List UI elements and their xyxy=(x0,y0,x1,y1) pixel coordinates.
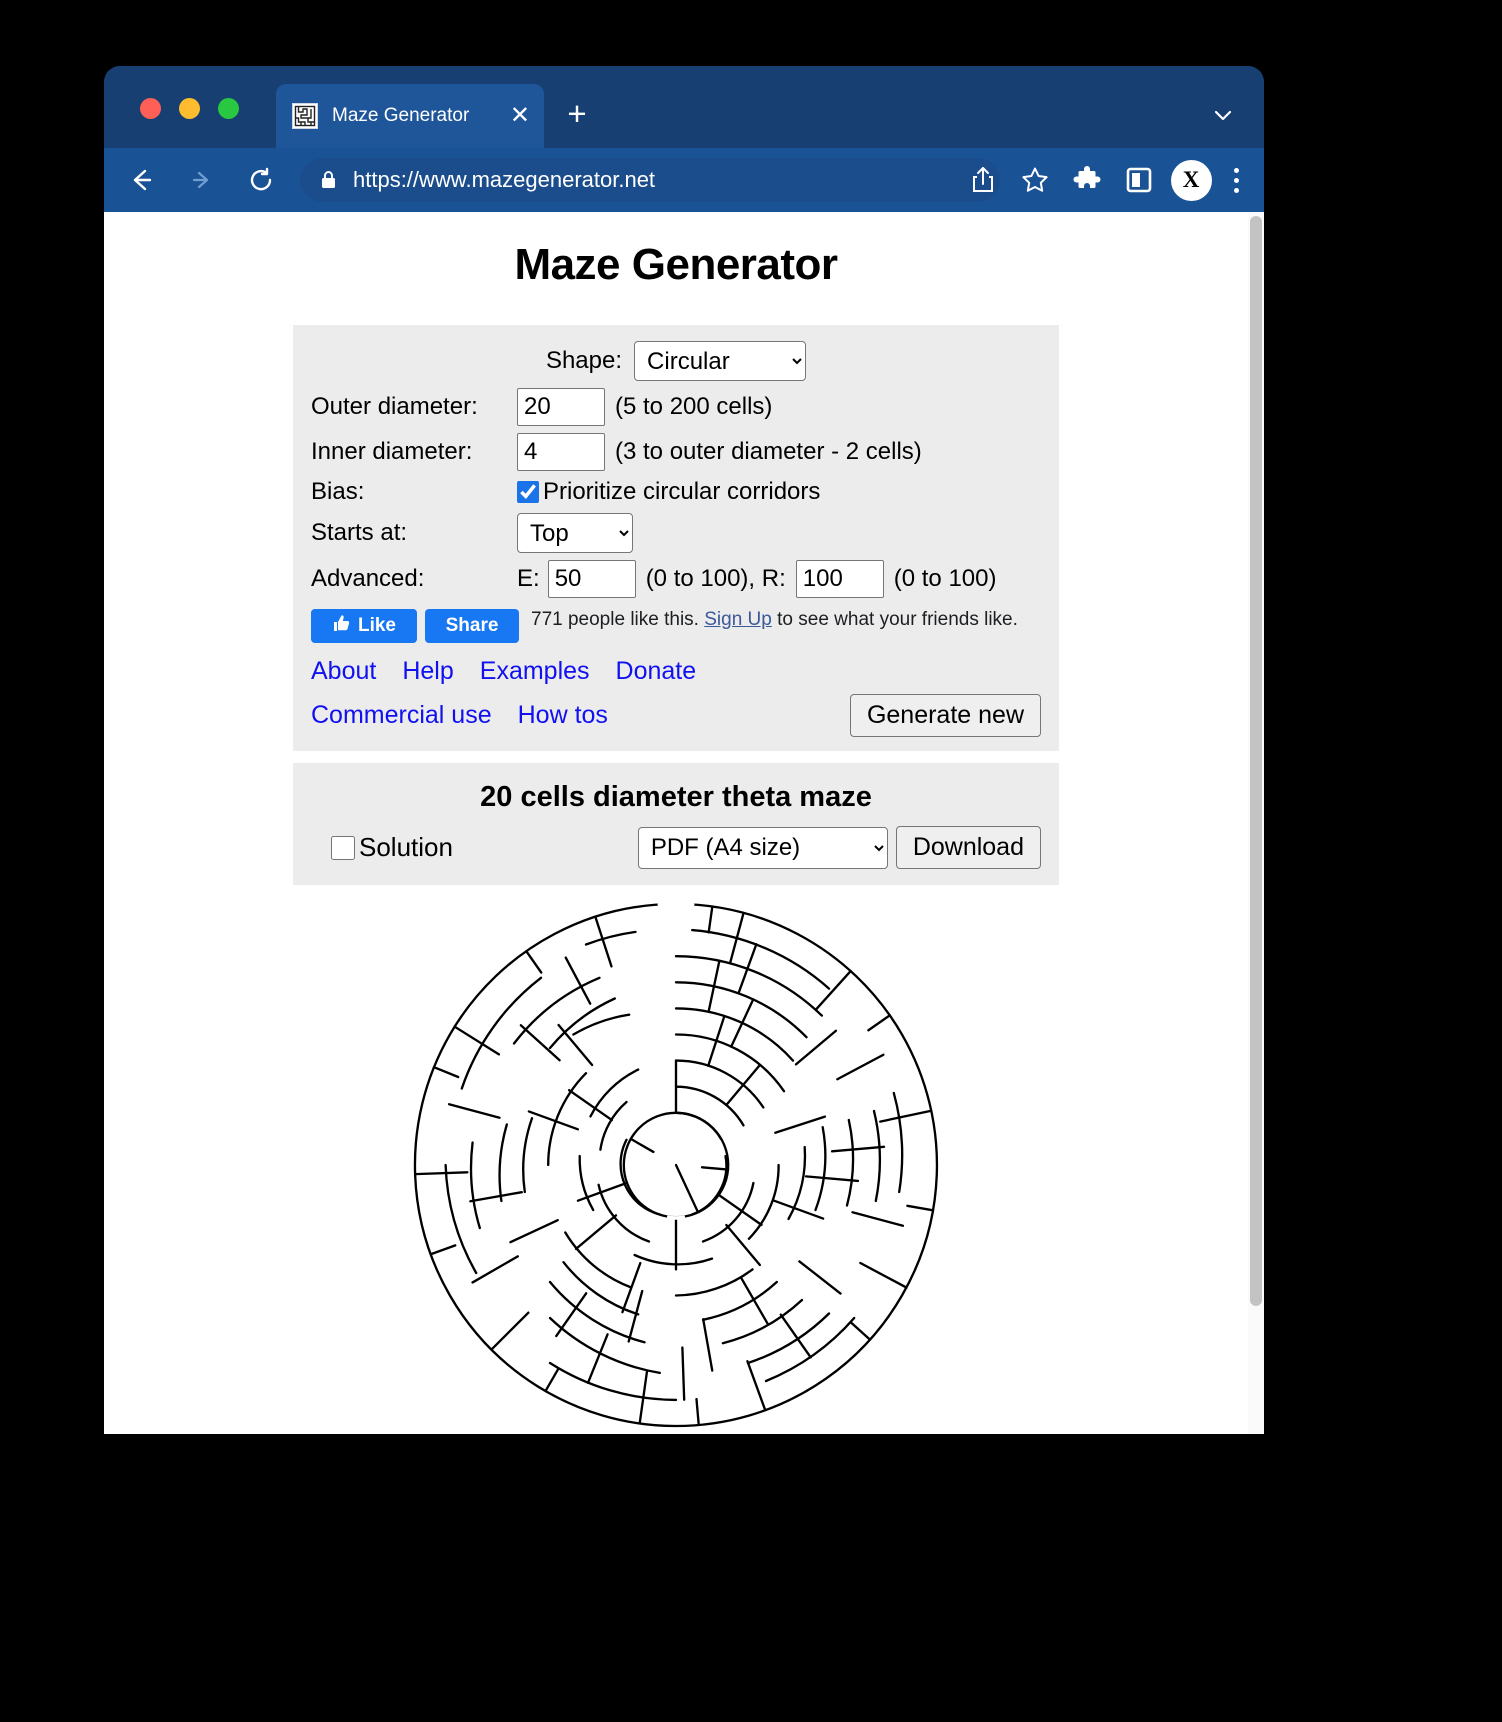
facebook-like-label: Like xyxy=(357,615,397,636)
lock-icon xyxy=(320,170,337,190)
shape-select[interactable]: Circular xyxy=(634,341,807,381)
window-traffic-lights xyxy=(140,98,239,119)
download-format-select[interactable]: PDF (A4 size) xyxy=(637,826,888,869)
browser-tab[interactable]: Maze Generator ✕ xyxy=(276,84,544,148)
advanced-r-hint: (0 to 100) xyxy=(893,565,997,592)
page-content: Maze Generator Shape: Circular Outer dia… xyxy=(104,212,1248,1434)
link-how-tos[interactable]: How tos xyxy=(518,701,608,730)
bias-checkbox[interactable] xyxy=(517,481,539,503)
facebook-share-label: Share xyxy=(445,615,499,636)
back-arrow-icon[interactable] xyxy=(118,157,164,203)
solution-toggle[interactable]: Solution xyxy=(327,832,453,863)
link-examples[interactable]: Examples xyxy=(480,657,590,686)
address-bar[interactable]: https://www.mazegenerator.net xyxy=(300,158,1000,202)
facebook-social-text: 771 people like this. Sign Up to see wha… xyxy=(531,609,1021,632)
maze-favicon-icon xyxy=(292,103,318,129)
star-icon[interactable] xyxy=(1012,157,1058,203)
new-tab-button[interactable]: + xyxy=(562,97,592,130)
advanced-e-label: E: xyxy=(517,565,540,592)
inner-diameter-hint: (3 to outer diameter - 2 cells) xyxy=(615,438,922,465)
site-links-row-1: About Help Examples Donate xyxy=(311,657,1041,686)
facebook-friends-text: to see what your friends like. xyxy=(771,609,1018,630)
advanced-e-input[interactable] xyxy=(547,560,636,598)
close-tab-icon[interactable]: ✕ xyxy=(510,104,530,128)
page-title: Maze Generator xyxy=(514,240,838,289)
inner-diameter-row: Inner diameter: (3 to outer diameter - 2… xyxy=(311,433,1041,471)
toolbar-actions: X xyxy=(960,148,1252,212)
profile-avatar[interactable]: X xyxy=(1168,157,1214,203)
browser-toolbar: https://www.mazegenerator.net X xyxy=(104,148,1264,212)
advanced-e-hint: (0 to 100), R: xyxy=(645,565,786,592)
share-icon[interactable] xyxy=(960,157,1006,203)
tab-strip: Maze Generator ✕ + xyxy=(104,66,1264,148)
outer-diameter-input[interactable] xyxy=(517,388,605,426)
bias-label: Bias: xyxy=(311,478,365,505)
maze-controls: Solution PDF (A4 size) Download xyxy=(311,826,1041,869)
link-about[interactable]: About xyxy=(311,657,376,686)
site-links-row-2: Commercial use How tos Generate new xyxy=(311,694,1041,737)
facebook-social-plugin: Like Share 771 people like this. Sign Up… xyxy=(311,609,1041,647)
chevron-down-icon[interactable] xyxy=(1210,102,1236,128)
facebook-share-button[interactable]: Share xyxy=(425,609,519,643)
facebook-like-count-text: 771 people like this. xyxy=(531,609,705,630)
outer-diameter-hint: (5 to 200 cells) xyxy=(615,393,773,420)
side-panel-icon[interactable] xyxy=(1116,157,1162,203)
starts-at-label: Starts at: xyxy=(311,519,408,546)
page-scrollbar[interactable] xyxy=(1248,212,1264,1434)
advanced-row: Advanced: E: (0 to 100), R: (0 to 100) xyxy=(311,560,1041,598)
download-button[interactable]: Download xyxy=(895,826,1041,869)
outer-diameter-row: Outer diameter: (5 to 200 cells) xyxy=(311,388,1041,426)
browser-tab-title: Maze Generator xyxy=(332,105,470,126)
generate-new-button[interactable]: Generate new xyxy=(849,694,1041,737)
scrollbar-thumb[interactable] xyxy=(1250,216,1262,1306)
shape-row: Shape: Circular xyxy=(311,341,1041,381)
starts-at-row: Starts at: Top xyxy=(311,513,1041,553)
puzzle-icon[interactable] xyxy=(1064,157,1110,203)
maze-figure xyxy=(104,895,1248,1434)
settings-panel: Shape: Circular Outer diameter: (5 to 20… xyxy=(293,325,1059,751)
inner-diameter-label: Inner diameter: xyxy=(311,438,473,465)
bias-checkbox-label: Prioritize circular corridors xyxy=(543,478,821,505)
link-commercial-use[interactable]: Commercial use xyxy=(311,701,492,730)
url-text: https://www.mazegenerator.net xyxy=(353,167,656,192)
outer-diameter-label: Outer diameter: xyxy=(311,393,478,420)
advanced-label: Advanced: xyxy=(311,565,425,592)
page-viewport: Maze Generator Shape: Circular Outer dia… xyxy=(104,212,1264,1434)
advanced-r-input[interactable] xyxy=(795,560,884,598)
thumbs-up-icon xyxy=(332,614,351,639)
maximize-window-button[interactable] xyxy=(218,98,239,119)
starts-at-select[interactable]: Top xyxy=(517,513,633,553)
reload-icon[interactable] xyxy=(238,157,284,203)
link-help[interactable]: Help xyxy=(402,657,453,686)
profile-initial: X xyxy=(1170,159,1212,201)
maze-title: 20 cells diameter theta maze xyxy=(480,781,872,813)
close-window-button[interactable] xyxy=(140,98,161,119)
facebook-like-button[interactable]: Like xyxy=(311,609,417,643)
theta-maze-image xyxy=(413,901,939,1428)
three-dots-icon[interactable] xyxy=(1220,157,1252,203)
bias-row: Bias: Prioritize circular corridors xyxy=(311,478,1041,506)
browser-window: Maze Generator ✕ + https://www.mazegener… xyxy=(104,66,1264,1434)
facebook-signup-link[interactable]: Sign Up xyxy=(704,609,772,630)
solution-label: Solution xyxy=(359,832,453,862)
inner-diameter-input[interactable] xyxy=(517,433,605,471)
site-links-group: Commercial use How tos xyxy=(311,701,634,730)
solution-checkbox[interactable] xyxy=(331,835,355,860)
minimize-window-button[interactable] xyxy=(179,98,200,119)
link-donate[interactable]: Donate xyxy=(616,657,697,686)
download-group: PDF (A4 size) Download xyxy=(637,826,1041,869)
maze-output-panel: 20 cells diameter theta maze Solution PD… xyxy=(293,763,1059,885)
shape-label: Shape: xyxy=(545,347,623,374)
forward-arrow-icon[interactable] xyxy=(178,157,224,203)
